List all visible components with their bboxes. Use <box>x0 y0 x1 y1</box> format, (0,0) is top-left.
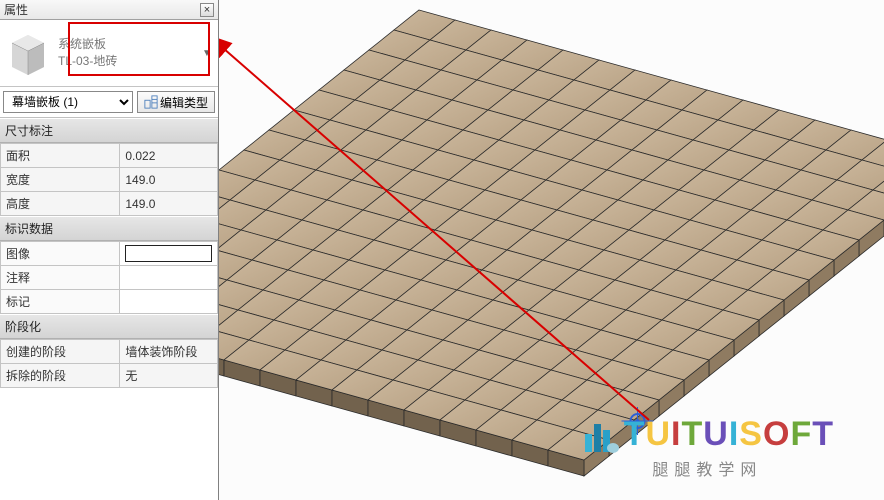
section-dimensions-title: 尺寸标注 <box>0 118 218 143</box>
comments-value[interactable] <box>120 266 218 290</box>
mark-value[interactable] <box>120 290 218 314</box>
instance-selector[interactable]: 幕墙嵌板 (1) <box>3 91 133 113</box>
table-row: 标记 <box>1 290 218 314</box>
type-labels: 系统嵌板 TL-03-地砖 <box>58 36 196 70</box>
type-label: TL-03-地砖 <box>58 53 196 70</box>
table-row: 高度149.0 <box>1 192 218 216</box>
type-selector-row[interactable]: 系统嵌板 TL-03-地砖 ▼ <box>0 20 218 87</box>
close-icon[interactable]: × <box>200 3 214 17</box>
table-row: 注释 <box>1 266 218 290</box>
table-identity: 图像 注释 标记 <box>0 241 218 314</box>
table-row: 拆除的阶段无 <box>1 364 218 388</box>
family-label: 系统嵌板 <box>58 36 196 53</box>
edit-type-icon <box>144 95 158 109</box>
chevron-down-icon[interactable]: ▼ <box>202 48 214 59</box>
table-row: 图像 <box>1 242 218 266</box>
properties-panel: 属性 × 系统嵌板 TL-03-地砖 ▼ 幕墙嵌板 (1) <box>0 0 219 500</box>
table-row: 面积0.022 <box>1 144 218 168</box>
table-row: 宽度149.0 <box>1 168 218 192</box>
3d-viewport[interactable]: TUITUISOFT 腿腿教学网 <box>219 0 884 500</box>
panel-title: 属性 <box>4 1 28 18</box>
tile-grid-model <box>219 0 884 500</box>
image-field[interactable] <box>125 245 212 262</box>
table-dimensions: 面积0.022 宽度149.0 高度149.0 <box>0 143 218 216</box>
type-thumbnail <box>4 26 52 80</box>
instance-selector-row: 幕墙嵌板 (1) 编辑类型 <box>0 87 218 118</box>
edit-type-button[interactable]: 编辑类型 <box>137 91 215 113</box>
table-phasing: 创建的阶段墙体装饰阶段 拆除的阶段无 <box>0 339 218 388</box>
section-identity-title: 标识数据 <box>0 216 218 241</box>
section-phasing-title: 阶段化 <box>0 314 218 339</box>
panel-header: 属性 × <box>0 0 218 20</box>
table-row: 创建的阶段墙体装饰阶段 <box>1 340 218 364</box>
